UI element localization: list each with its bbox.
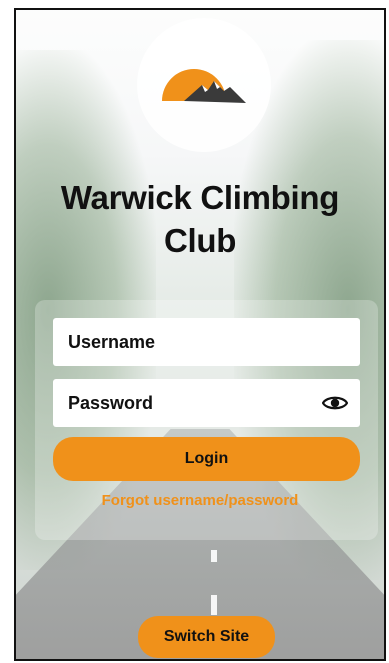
eye-icon[interactable] bbox=[320, 388, 350, 418]
app-screen: Warwick Climbing Club Username Password … bbox=[14, 8, 386, 661]
forgot-credentials-link[interactable]: Forgot username/password bbox=[16, 492, 384, 509]
sun-mountain-logo-icon bbox=[162, 69, 246, 103]
club-logo bbox=[137, 18, 271, 152]
login-button[interactable]: Login bbox=[53, 437, 360, 481]
password-field[interactable]: Password bbox=[53, 379, 360, 427]
title-line-2: Club bbox=[163, 222, 237, 259]
username-field[interactable]: Username bbox=[53, 318, 360, 366]
switch-site-button[interactable]: Switch Site bbox=[138, 616, 275, 658]
page-title: Warwick Climbing Club bbox=[16, 176, 384, 262]
lane-marking bbox=[211, 595, 217, 615]
lane-marking bbox=[211, 550, 217, 562]
username-placeholder: Username bbox=[68, 331, 156, 352]
password-placeholder: Password bbox=[68, 392, 154, 413]
title-line-1: Warwick Climbing bbox=[60, 179, 340, 216]
